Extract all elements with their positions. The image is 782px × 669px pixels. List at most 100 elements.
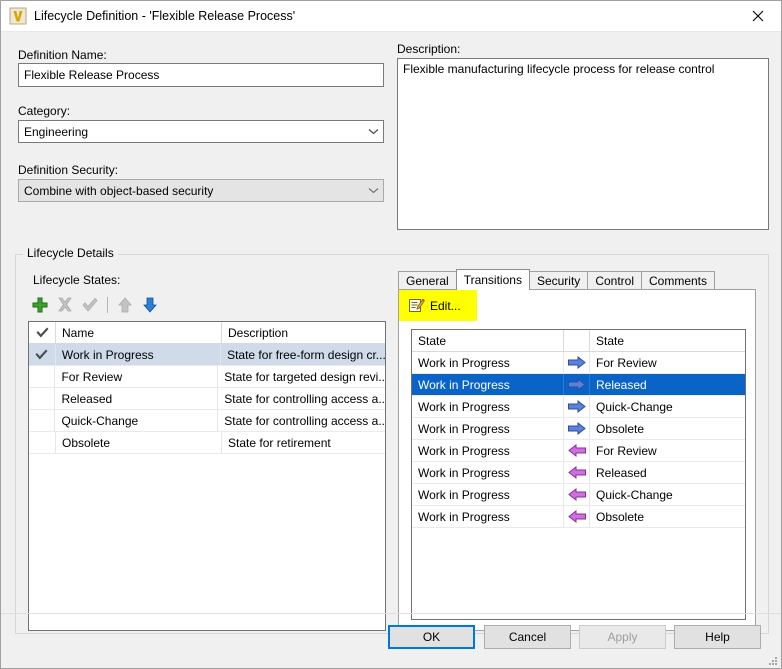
table-row[interactable]: Obsolete State for retirement — [29, 432, 385, 454]
edit-button[interactable]: Edit... — [409, 297, 461, 314]
table-row[interactable]: Work in Progress Obsolete — [412, 418, 745, 440]
apply-button: Apply — [579, 625, 666, 649]
toolbar-separator — [107, 297, 108, 313]
state-checked[interactable] — [29, 366, 56, 387]
transitions-grid-header: State State — [412, 330, 745, 352]
arrow-right-icon — [567, 356, 586, 369]
transition-from: Work in Progress — [412, 396, 564, 417]
states-header-description[interactable]: Description — [222, 322, 385, 343]
edit-document-pencil-icon — [409, 298, 425, 313]
ok-label: OK — [422, 630, 441, 644]
description-textarea[interactable]: Flexible manufacturing lifecycle process… — [397, 58, 769, 230]
definition-name-label: Definition Name: — [18, 48, 107, 62]
state-description: State for controlling access a... — [224, 391, 385, 406]
table-row[interactable]: Work in Progress For Review — [412, 352, 745, 374]
transition-direction — [564, 418, 590, 439]
close-icon — [752, 10, 764, 22]
table-row[interactable]: For Review State for targeted design rev… — [29, 366, 385, 388]
add-state-button[interactable] — [29, 294, 51, 316]
table-row[interactable]: Work in Progress For Review — [412, 440, 745, 462]
state-checked[interactable] — [29, 388, 56, 409]
plus-icon — [32, 297, 48, 313]
category-dropdown[interactable]: Engineering — [18, 120, 384, 143]
transition-from: Work in Progress — [412, 462, 564, 483]
delete-x-icon — [58, 297, 72, 312]
window-title: Lifecycle Definition - 'Flexible Release… — [34, 9, 296, 23]
state-name: Released — [55, 388, 219, 409]
tab-comments[interactable]: Comments — [641, 271, 716, 290]
definition-name-input[interactable] — [18, 63, 384, 87]
transition-to: Obsolete — [596, 421, 645, 436]
transition-direction — [564, 506, 590, 527]
table-row[interactable]: Work in Progress Quick-Change — [412, 484, 745, 506]
arrow-right-icon — [567, 422, 586, 435]
transitions-header-from-state[interactable]: State — [412, 330, 564, 351]
help-button[interactable]: Help — [674, 625, 761, 649]
transition-to: Obsolete — [596, 509, 645, 524]
tab-label: General — [406, 274, 449, 288]
transition-from: Work in Progress — [412, 418, 564, 439]
state-description: State for free-form design cr... — [227, 347, 386, 362]
transitions-header-arrow[interactable] — [564, 330, 590, 351]
transition-from: Work in Progress — [412, 374, 564, 395]
tab-transitions[interactable]: Transitions — [455, 269, 530, 290]
table-row[interactable]: Work in Progress Obsolete — [412, 506, 745, 528]
dialog-body: Definition Name: Category: Engineering D… — [1, 32, 781, 668]
lifecycle-states-grid[interactable]: Name Description Work in Progress State … — [28, 321, 386, 631]
table-row[interactable]: Work in Progress Quick-Change — [412, 396, 745, 418]
states-grid-header: Name Description — [29, 322, 385, 344]
arrow-left-icon — [567, 488, 586, 501]
lifecycle-details-title: Lifecycle Details — [23, 246, 118, 260]
state-name: Work in Progress — [56, 344, 222, 365]
transitions-header-to-state[interactable]: State — [590, 330, 745, 351]
tab-general[interactable]: General — [398, 271, 457, 290]
transition-direction — [564, 484, 590, 505]
state-name: Obsolete — [56, 432, 222, 453]
definition-security-label: Definition Security: — [18, 163, 119, 177]
table-row[interactable]: Work in Progress Released — [412, 462, 745, 484]
tab-label: Transitions — [463, 273, 522, 287]
transition-direction — [564, 396, 590, 417]
state-checked[interactable] — [29, 432, 56, 453]
move-down-button[interactable] — [139, 294, 161, 316]
states-toolbar — [29, 294, 164, 316]
arrow-right-icon — [567, 400, 586, 413]
state-checked[interactable] — [29, 344, 56, 365]
transition-direction — [564, 462, 590, 483]
check-icon — [36, 327, 48, 338]
table-row[interactable]: Quick-Change State for controlling acces… — [29, 410, 385, 432]
definition-security-value: Combine with object-based security — [24, 183, 214, 198]
check-icon — [35, 349, 48, 360]
cancel-button[interactable]: Cancel — [484, 625, 571, 649]
arrow-left-icon — [567, 444, 586, 457]
state-description: State for targeted design revi... — [224, 369, 385, 384]
table-row[interactable]: Work in Progress State for free-form des… — [29, 344, 385, 366]
state-name: Quick-Change — [55, 410, 219, 431]
table-row[interactable]: Released State for controlling access a.… — [29, 388, 385, 410]
tab-strip: General Transitions Security Control Com… — [398, 269, 716, 290]
help-label: Help — [705, 630, 730, 644]
cancel-label: Cancel — [508, 630, 547, 644]
arrow-down-icon — [143, 297, 157, 313]
footer-divider — [1, 613, 781, 614]
tab-control[interactable]: Control — [587, 271, 642, 290]
states-header-name[interactable]: Name — [56, 322, 222, 343]
resize-grip[interactable] — [766, 654, 778, 666]
table-row[interactable]: Work in Progress Released — [412, 374, 745, 396]
tab-security[interactable]: Security — [528, 271, 589, 290]
ok-button[interactable]: OK — [388, 625, 475, 649]
arrow-up-icon — [118, 297, 132, 313]
states-rows: Work in Progress State for free-form des… — [29, 344, 385, 454]
title-bar: Lifecycle Definition - 'Flexible Release… — [1, 1, 781, 32]
tab-label: Comments — [649, 274, 708, 288]
states-header-check[interactable] — [29, 322, 56, 343]
state-description: State for controlling access a... — [224, 413, 385, 428]
transition-from: Work in Progress — [412, 352, 564, 373]
transition-from: Work in Progress — [412, 506, 564, 527]
close-button[interactable] — [735, 2, 781, 31]
arrow-right-icon — [567, 378, 586, 391]
check-icon — [82, 297, 98, 312]
definition-security-dropdown[interactable]: Combine with object-based security — [18, 179, 384, 202]
state-checked[interactable] — [29, 410, 56, 431]
transitions-grid[interactable]: State State Work in Progress For Review — [411, 329, 746, 620]
